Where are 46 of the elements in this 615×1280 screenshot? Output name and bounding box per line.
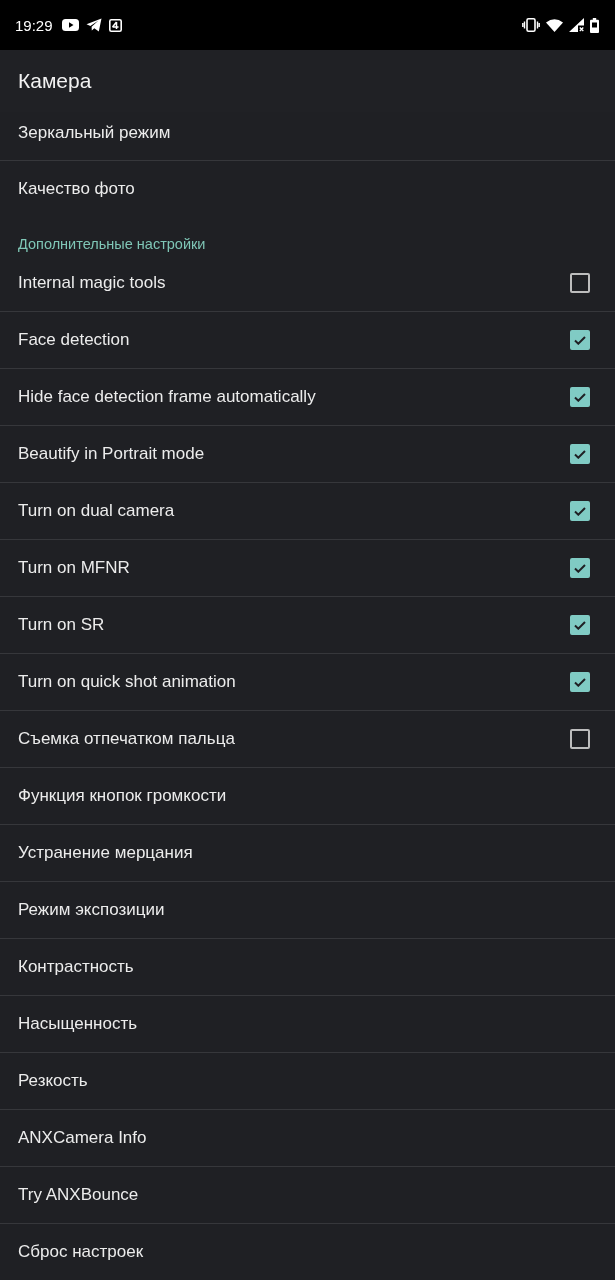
no-signal-icon — [569, 18, 584, 32]
paper-plane-icon — [85, 18, 102, 32]
checkmark-icon — [574, 449, 586, 459]
status-time: 19:29 — [15, 16, 53, 34]
checkbox[interactable] — [570, 615, 590, 635]
checkmark-icon — [574, 677, 586, 687]
checkbox[interactable] — [570, 273, 590, 293]
checkbox[interactable] — [570, 330, 590, 350]
play-icon — [61, 19, 79, 31]
checkbox[interactable] — [570, 501, 590, 521]
checkbox[interactable] — [570, 672, 590, 692]
category-header: Дополнительные настройки — [18, 235, 206, 253]
screen-title: Камера — [18, 69, 92, 93]
setting-row[interactable]: Сброс настроек — [0, 1223, 615, 1280]
setting-row[interactable]: Контрастность — [0, 938, 615, 995]
checkmark-icon — [574, 392, 586, 402]
setting-row[interactable]: ANXCamera Info — [0, 1109, 615, 1166]
setting-row[interactable]: Internal magic tools — [0, 255, 615, 311]
setting-row[interactable]: Зеркальный режим — [0, 112, 615, 160]
setting-row[interactable]: Turn on MFNR — [0, 539, 615, 596]
setting-row[interactable]: Face detection — [0, 311, 615, 368]
setting-row[interactable]: Hide face detection frame automatically — [0, 368, 615, 425]
setting-row[interactable]: Съемка отпечатком пальца — [0, 710, 615, 767]
setting-row[interactable]: Устранение мерцания — [0, 824, 615, 881]
checkmark-icon — [574, 335, 586, 345]
checkmark-icon — [574, 620, 586, 630]
checkmark-icon — [574, 563, 586, 573]
setting-row[interactable]: Функция кнопок громкости — [0, 767, 615, 824]
setting-row[interactable]: Насыщенность — [0, 995, 615, 1052]
setting-row[interactable]: Beautify in Portrait mode — [0, 425, 615, 482]
checkbox[interactable] — [570, 444, 590, 464]
setting-row[interactable]: Качество фото — [0, 160, 615, 217]
checkbox[interactable] — [570, 558, 590, 578]
setting-row[interactable]: Try ANXBounce — [0, 1166, 615, 1223]
wifi-icon — [546, 18, 563, 32]
checkbox[interactable] — [570, 729, 590, 749]
setting-row[interactable]: Turn on quick shot animation — [0, 653, 615, 710]
checkmark-icon — [574, 506, 586, 516]
setting-row[interactable]: Режим экспозиции — [0, 881, 615, 938]
vibrate-icon — [522, 18, 540, 32]
setting-row[interactable]: Turn on dual camera — [0, 482, 615, 539]
setting-row[interactable]: Резкость — [0, 1052, 615, 1109]
setting-row[interactable]: Turn on SR — [0, 596, 615, 653]
checkbox[interactable] — [570, 387, 590, 407]
battery-icon — [590, 17, 599, 33]
numbered-square-icon — [108, 18, 122, 32]
